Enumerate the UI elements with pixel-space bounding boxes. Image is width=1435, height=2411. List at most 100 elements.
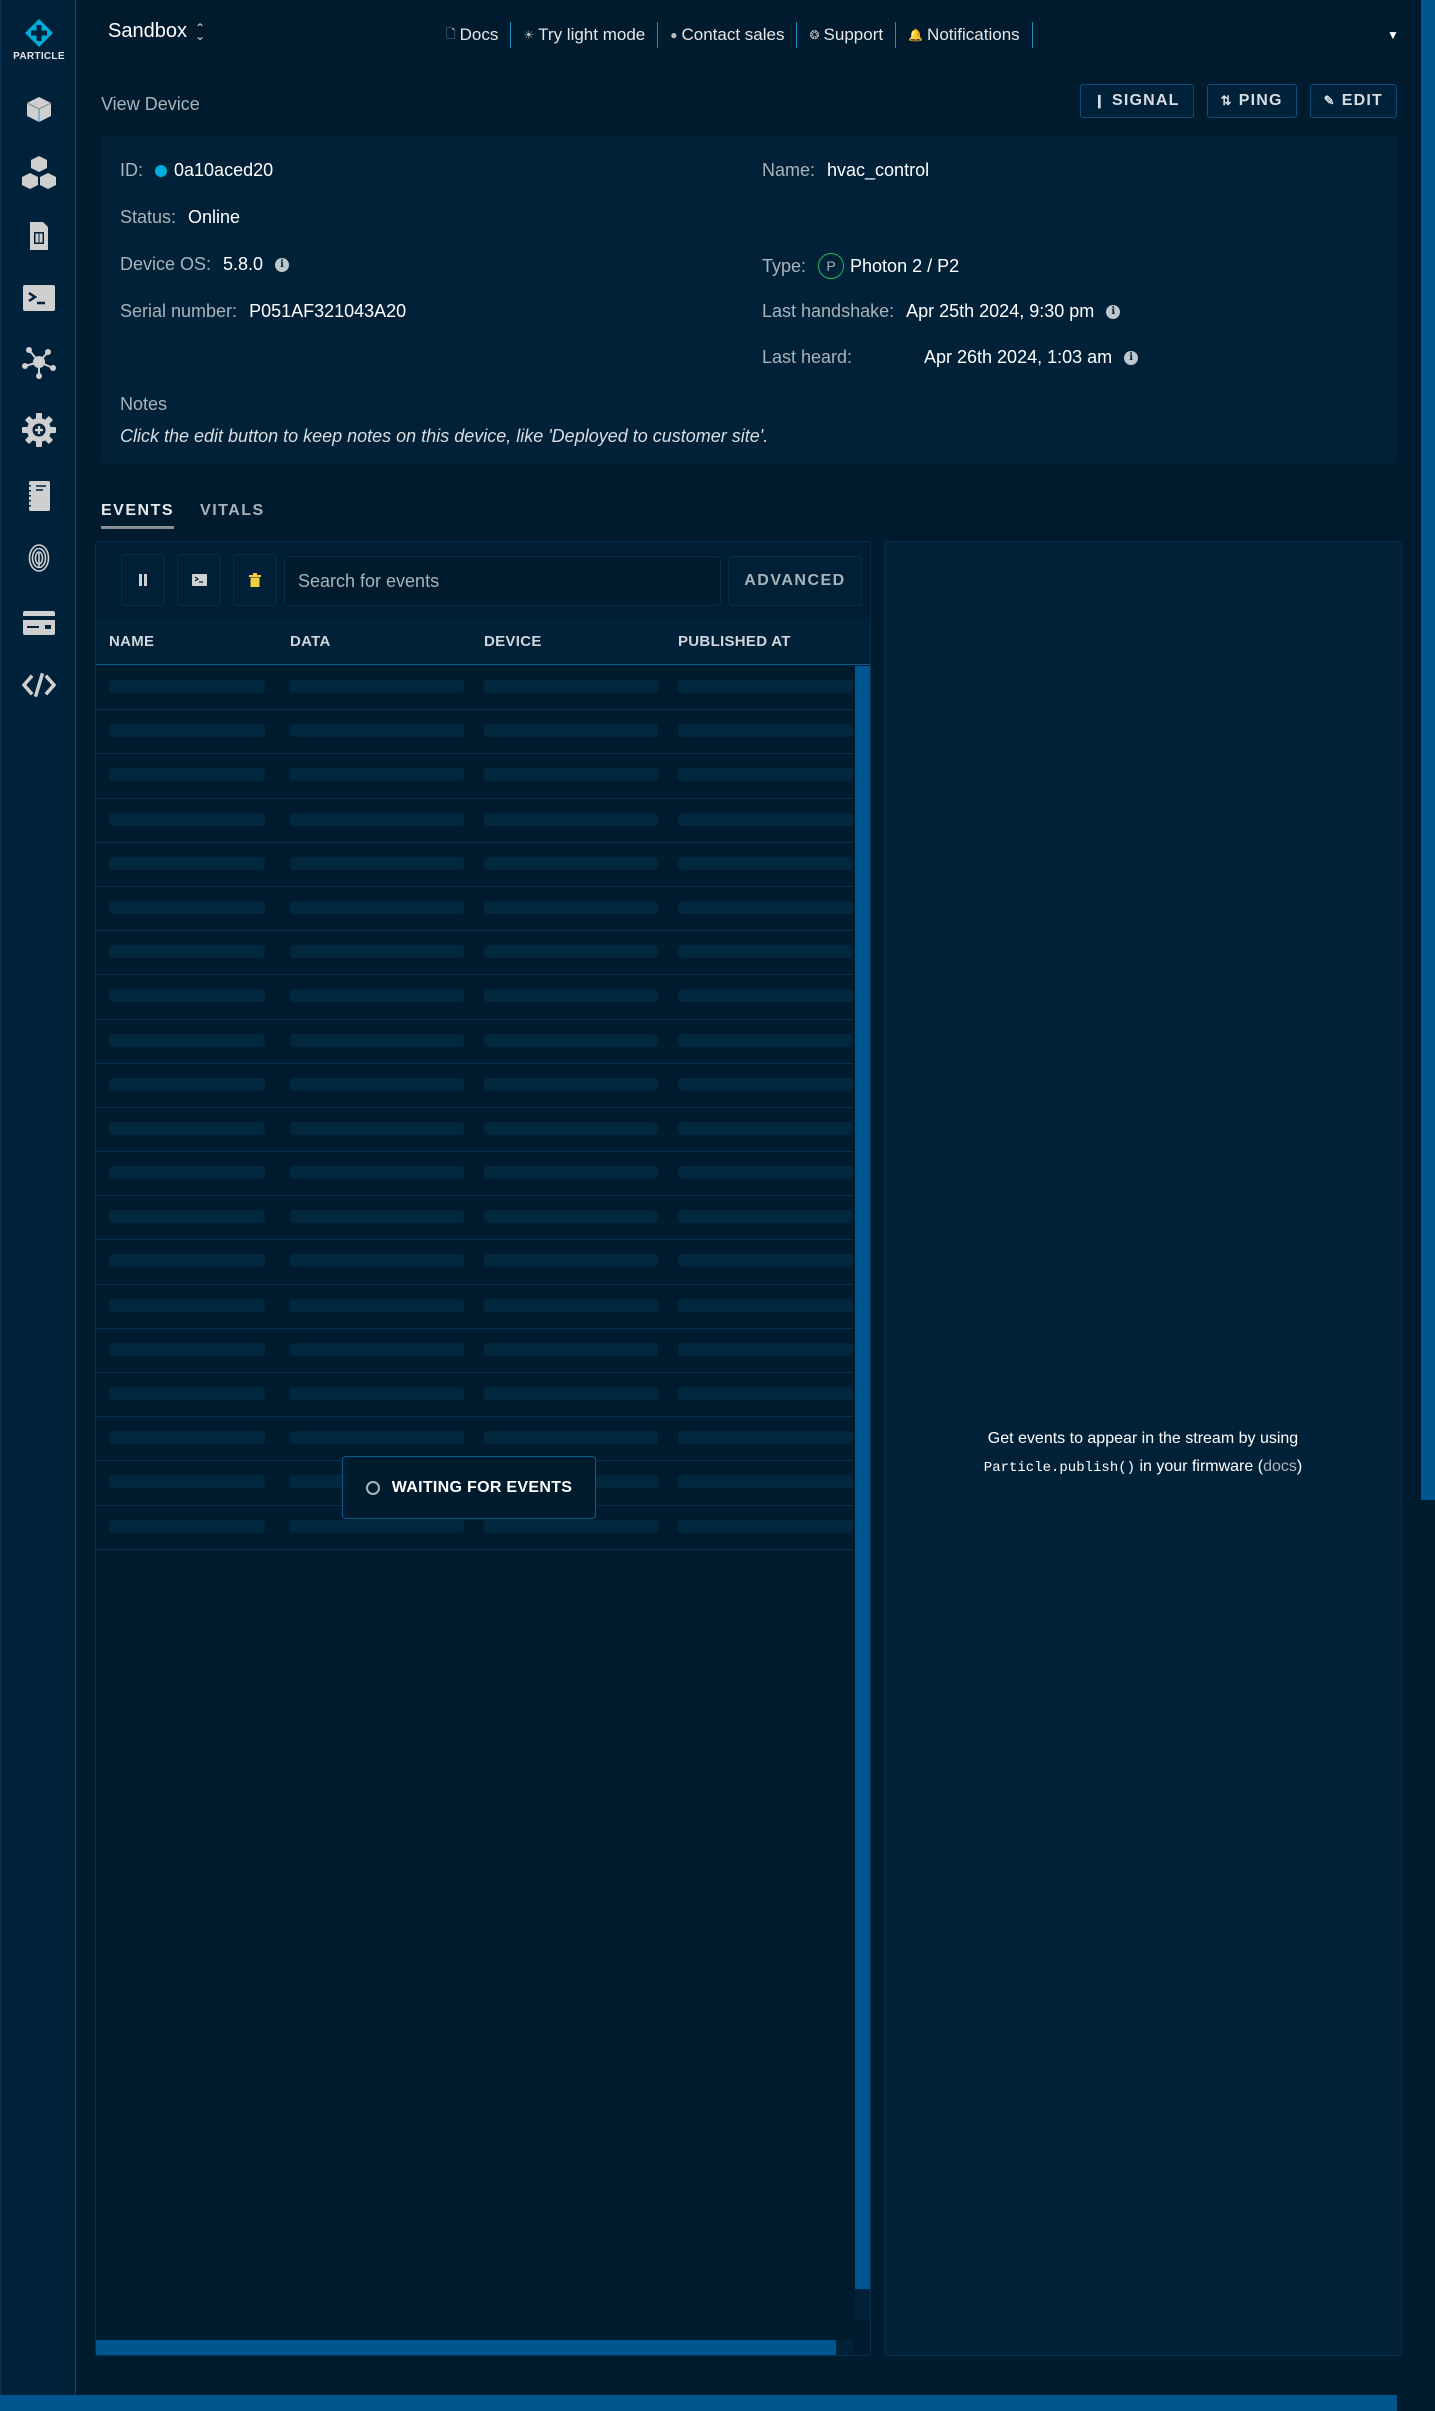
table-row[interactable] xyxy=(96,887,853,932)
pause-icon xyxy=(139,574,147,586)
events-panel: ADVANCED NAME DATA DEVICE PUBLISHED AT W… xyxy=(95,541,871,2356)
advanced-button[interactable]: ADVANCED xyxy=(728,556,862,606)
skeleton-placeholder xyxy=(678,900,853,914)
docs-link[interactable]: docs xyxy=(1263,1458,1297,1475)
ping-label: PING xyxy=(1238,92,1283,109)
nav-notifications[interactable]: 🔔 Notifications xyxy=(896,22,1032,48)
sidebar-item-billing[interactable] xyxy=(2,605,76,641)
table-row[interactable] xyxy=(96,1329,853,1373)
device-type-field: Type: P Photon 2 / P2 xyxy=(762,253,959,279)
skeleton-placeholder xyxy=(484,1254,658,1268)
empty-state-line2: Particle.publish() in your firmware (doc… xyxy=(885,1453,1401,1482)
table-row[interactable] xyxy=(96,1064,853,1108)
skeleton-placeholder xyxy=(678,1342,853,1356)
table-row[interactable] xyxy=(96,1108,853,1153)
notebook-icon xyxy=(28,481,50,511)
events-vertical-scrollbar[interactable] xyxy=(855,666,870,2321)
info-icon[interactable]: i xyxy=(275,257,290,272)
column-header-device[interactable]: DEVICE xyxy=(484,633,542,650)
network-hub-icon xyxy=(22,347,56,379)
skeleton-placeholder xyxy=(484,856,658,870)
trash-icon xyxy=(249,573,261,587)
scrollbar-thumb[interactable] xyxy=(1421,0,1435,1500)
search-events-input[interactable] xyxy=(284,556,721,606)
device-name-value: hvac_control xyxy=(827,160,930,180)
page-horizontal-scrollbar[interactable] xyxy=(0,2395,1435,2411)
column-header-name[interactable]: NAME xyxy=(109,633,154,650)
page-vertical-scrollbar[interactable] xyxy=(1421,0,1435,2395)
skeleton-placeholder xyxy=(678,1519,853,1533)
skeleton-placeholder xyxy=(678,1210,853,1224)
clear-events-button[interactable] xyxy=(233,554,277,606)
events-table-body xyxy=(96,666,853,1550)
skeleton-placeholder xyxy=(290,1033,464,1047)
edit-button[interactable]: ✎ EDIT xyxy=(1309,84,1397,118)
org-switcher[interactable]: Sandbox ⌃ ⌄ xyxy=(108,20,205,43)
skeleton-placeholder xyxy=(678,989,853,1003)
terminal-icon xyxy=(191,574,207,586)
skeleton-placeholder xyxy=(678,1121,853,1135)
skeleton-placeholder xyxy=(484,1342,658,1356)
column-header-published-at[interactable]: PUBLISHED AT xyxy=(678,633,791,650)
last-handshake-field: Last handshake: Apr 25th 2024, 9:30 pm i xyxy=(762,301,1121,322)
scrollbar-thumb[interactable] xyxy=(96,2340,836,2355)
raw-view-button[interactable] xyxy=(177,554,221,606)
table-row[interactable] xyxy=(96,1240,853,1285)
table-row[interactable] xyxy=(96,1152,853,1197)
user-menu-caret-icon[interactable]: ▼ xyxy=(1387,28,1399,42)
nav-light-mode[interactable]: ☀ Try light mode xyxy=(511,22,657,48)
skeleton-placeholder xyxy=(290,1077,464,1091)
skeleton-placeholder xyxy=(290,989,464,1003)
skeleton-placeholder xyxy=(678,1298,853,1312)
nav-support[interactable]: ❂ Support xyxy=(797,22,895,48)
cube-icon xyxy=(26,97,52,122)
signal-button[interactable]: ❙ SIGNAL xyxy=(1079,84,1194,118)
sidebar-item-console[interactable] xyxy=(2,280,76,316)
device-os-field: Device OS: 5.8.0 i xyxy=(120,254,290,275)
table-row[interactable] xyxy=(96,1417,853,1462)
notes-label: Notes xyxy=(120,394,168,414)
sidebar-item-developer[interactable] xyxy=(2,667,76,703)
skeleton-placeholder xyxy=(484,989,658,1003)
table-row[interactable] xyxy=(96,1285,853,1329)
sidebar-item-integrations[interactable] xyxy=(2,344,76,380)
sidebar-item-devices[interactable] xyxy=(2,91,76,127)
table-row[interactable] xyxy=(96,754,853,799)
sidebar-item-authentication[interactable] xyxy=(2,540,76,576)
last-handshake-label: Last handshake: xyxy=(762,301,895,321)
particle-logo[interactable]: PARTICLE xyxy=(2,18,76,62)
tab-vitals[interactable]: VITALS xyxy=(200,502,265,529)
events-horizontal-scrollbar[interactable] xyxy=(96,2340,853,2355)
table-row[interactable] xyxy=(96,710,853,755)
nav-docs[interactable]: 🗋 Docs xyxy=(434,22,510,48)
skeleton-placeholder xyxy=(678,680,853,693)
skeleton-placeholder xyxy=(484,680,658,693)
table-row[interactable] xyxy=(96,931,853,976)
sidebar-item-sims[interactable] xyxy=(2,218,76,254)
sidebar-item-logs[interactable] xyxy=(2,478,76,514)
tab-events[interactable]: EVENTS xyxy=(101,502,175,529)
table-row[interactable] xyxy=(96,975,853,1020)
scrollbar-thumb[interactable] xyxy=(0,2395,1397,2411)
table-row[interactable] xyxy=(96,1373,853,1418)
info-icon[interactable]: i xyxy=(1124,350,1139,365)
table-row[interactable] xyxy=(96,1196,853,1241)
sidebar-item-products[interactable] xyxy=(2,155,76,191)
scrollbar-thumb[interactable] xyxy=(855,666,870,2289)
ping-button[interactable]: ⇅ PING xyxy=(1206,84,1297,118)
skeleton-placeholder xyxy=(109,1077,265,1091)
pause-button[interactable] xyxy=(121,554,165,606)
skeleton-placeholder xyxy=(109,900,265,914)
column-header-data[interactable]: DATA xyxy=(290,633,331,650)
empty-state-message: Get events to appear in the stream by us… xyxy=(885,1425,1401,1482)
skeleton-placeholder xyxy=(484,1077,658,1091)
table-row[interactable] xyxy=(96,843,853,887)
table-row[interactable] xyxy=(96,666,853,711)
sidebar-item-settings[interactable] xyxy=(2,412,76,448)
table-row[interactable] xyxy=(96,799,853,843)
info-icon[interactable]: i xyxy=(1106,304,1121,319)
nav-contact-sales[interactable]: ● Contact sales xyxy=(658,22,796,48)
sidebar: PARTICLE xyxy=(0,0,76,2395)
table-row[interactable] xyxy=(96,1020,853,1064)
device-type-value: Photon 2 / P2 xyxy=(850,255,960,276)
